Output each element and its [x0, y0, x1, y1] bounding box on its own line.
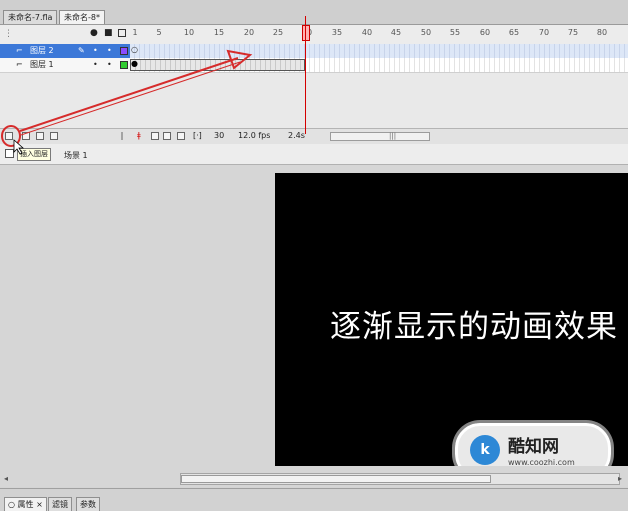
frame-span[interactable]	[130, 59, 305, 71]
layer-color-swatch[interactable]	[120, 47, 128, 55]
document-tab-bar: 未命名-7.fla 未命名-8*	[0, 0, 628, 25]
layer-color-swatch[interactable]	[120, 61, 128, 69]
pencil-icon: ✎	[78, 46, 85, 55]
timeline-scrollbar[interactable]: |||	[330, 132, 430, 141]
visibility-dot[interactable]: •	[93, 58, 98, 72]
add-motion-guide-icon[interactable]	[22, 132, 30, 140]
keyframe-icon: ●	[131, 59, 138, 68]
ruler-tick: 20	[243, 28, 255, 37]
ruler-tick: 55	[449, 28, 461, 37]
ruler-tick: 45	[390, 28, 402, 37]
tab-parameters[interactable]: 参数	[76, 497, 100, 511]
divider: ‖	[120, 131, 124, 140]
layer-icon: ⌐	[16, 60, 23, 69]
insert-layer-tooltip: 插入图层	[17, 148, 51, 161]
timeline-panel: ⋮ ● ■ 1 5 10 15 20 25 30 35 40 45 50 55 …	[0, 25, 628, 144]
frame-ruler[interactable]: 1 5 10 15 20 25 30 35 40 45 50 55 60 65 …	[130, 25, 628, 44]
scroll-left-arrow-icon[interactable]: ◂	[4, 474, 8, 483]
ruler-tick: 60	[479, 28, 491, 37]
stage-text[interactable]: 逐渐显示的动画效果	[330, 301, 618, 346]
stage-horizontal-scrollbar[interactable]	[180, 473, 620, 485]
ruler-tick: 75	[567, 28, 579, 37]
scroll-right-arrow-icon[interactable]: ▸	[618, 474, 622, 483]
watermark-name: 酷知网	[508, 437, 559, 457]
tab-filters[interactable]: 滤镜	[48, 497, 72, 511]
layer-row-2[interactable]: ⌐ 图层 2 ✎ • •	[0, 44, 130, 58]
elapsed-time: 2.4s	[288, 131, 305, 140]
lock-dot[interactable]: •	[107, 44, 112, 58]
layer-row-1[interactable]: ⌐ 图层 1 • •	[0, 58, 130, 73]
properties-panel-bar: ○ 属性 × 滤镜 参数	[0, 488, 628, 511]
ruler-tick: 65	[508, 28, 520, 37]
doc-tab-untitled-7[interactable]: 未命名-7.fla	[3, 10, 58, 24]
visibility-dot[interactable]: •	[93, 44, 98, 58]
coozhi-watermark: k 酷知网 www.coozhi.com	[455, 423, 611, 466]
outline-icon[interactable]	[118, 29, 126, 37]
lock-dot[interactable]: •	[107, 58, 112, 72]
current-frame: 30	[214, 131, 225, 140]
center-frame-icon[interactable]: ǂ	[137, 131, 141, 140]
playhead-line	[305, 16, 306, 134]
coozhi-logo-icon: k	[470, 435, 500, 465]
scene-icon[interactable]	[5, 149, 14, 158]
layer-2-frames[interactable]: ○	[130, 44, 628, 59]
edit-bar: 插入图层 场景 1	[0, 144, 628, 165]
tab-properties[interactable]: ○ 属性 ×	[4, 497, 47, 511]
ruler-tick: 5	[156, 28, 162, 37]
modify-markers-icon[interactable]: [·]	[193, 131, 202, 140]
playhead[interactable]	[302, 25, 310, 41]
lock-icon[interactable]: ■	[104, 28, 113, 38]
insert-folder-icon[interactable]	[36, 132, 44, 140]
panel-grip-icon[interactable]: ⋮	[4, 29, 13, 39]
scroll-grip-icon: |||	[389, 132, 397, 140]
frame-rate[interactable]: 12.0 fps	[238, 131, 270, 140]
ruler-tick: 70	[538, 28, 550, 37]
watermark-url: www.coozhi.com	[508, 458, 575, 466]
eye-icon[interactable]: ●	[90, 28, 98, 38]
scene-breadcrumb[interactable]: 场景 1	[64, 150, 88, 161]
delete-layer-icon[interactable]	[50, 132, 58, 140]
timeline-header: ⋮ ● ■ 1 5 10 15 20 25 30 35 40 45 50 55 …	[0, 25, 628, 45]
ruler-tick: 10	[183, 28, 195, 37]
stage-canvas[interactable]: 逐渐显示的动画效果 k 酷知网 www.coozhi.com	[275, 173, 628, 466]
layer-name[interactable]: 图层 1	[30, 58, 54, 72]
onion-skin-icon[interactable]	[151, 132, 159, 140]
ruler-tick: 80	[596, 28, 608, 37]
ruler-tick: 25	[272, 28, 284, 37]
insert-layer-icon[interactable]	[5, 132, 13, 140]
edit-multiple-frames-icon[interactable]	[177, 132, 185, 140]
layer-1-frames[interactable]: ●	[130, 58, 628, 73]
layer-name[interactable]: 图层 2	[30, 44, 54, 58]
ruler-tick: 1	[132, 28, 138, 37]
stage-area: 逐渐显示的动画效果 k 酷知网 www.coozhi.com ◂ ▸	[0, 165, 628, 487]
ruler-tick: 40	[361, 28, 373, 37]
ruler-tick: 15	[213, 28, 225, 37]
timeline-status-bar: ‖ ǂ [·] 30 12.0 fps 2.4s |||	[0, 128, 628, 144]
ruler-tick: 50	[420, 28, 432, 37]
ruler-tick: 35	[331, 28, 343, 37]
layer-icon: ⌐	[16, 46, 23, 55]
scrollbar-thumb[interactable]	[181, 475, 491, 483]
blank-keyframe-icon: ○	[131, 45, 138, 54]
onion-skin-outline-icon[interactable]	[163, 132, 171, 140]
doc-tab-untitled-8[interactable]: 未命名-8*	[59, 10, 105, 24]
